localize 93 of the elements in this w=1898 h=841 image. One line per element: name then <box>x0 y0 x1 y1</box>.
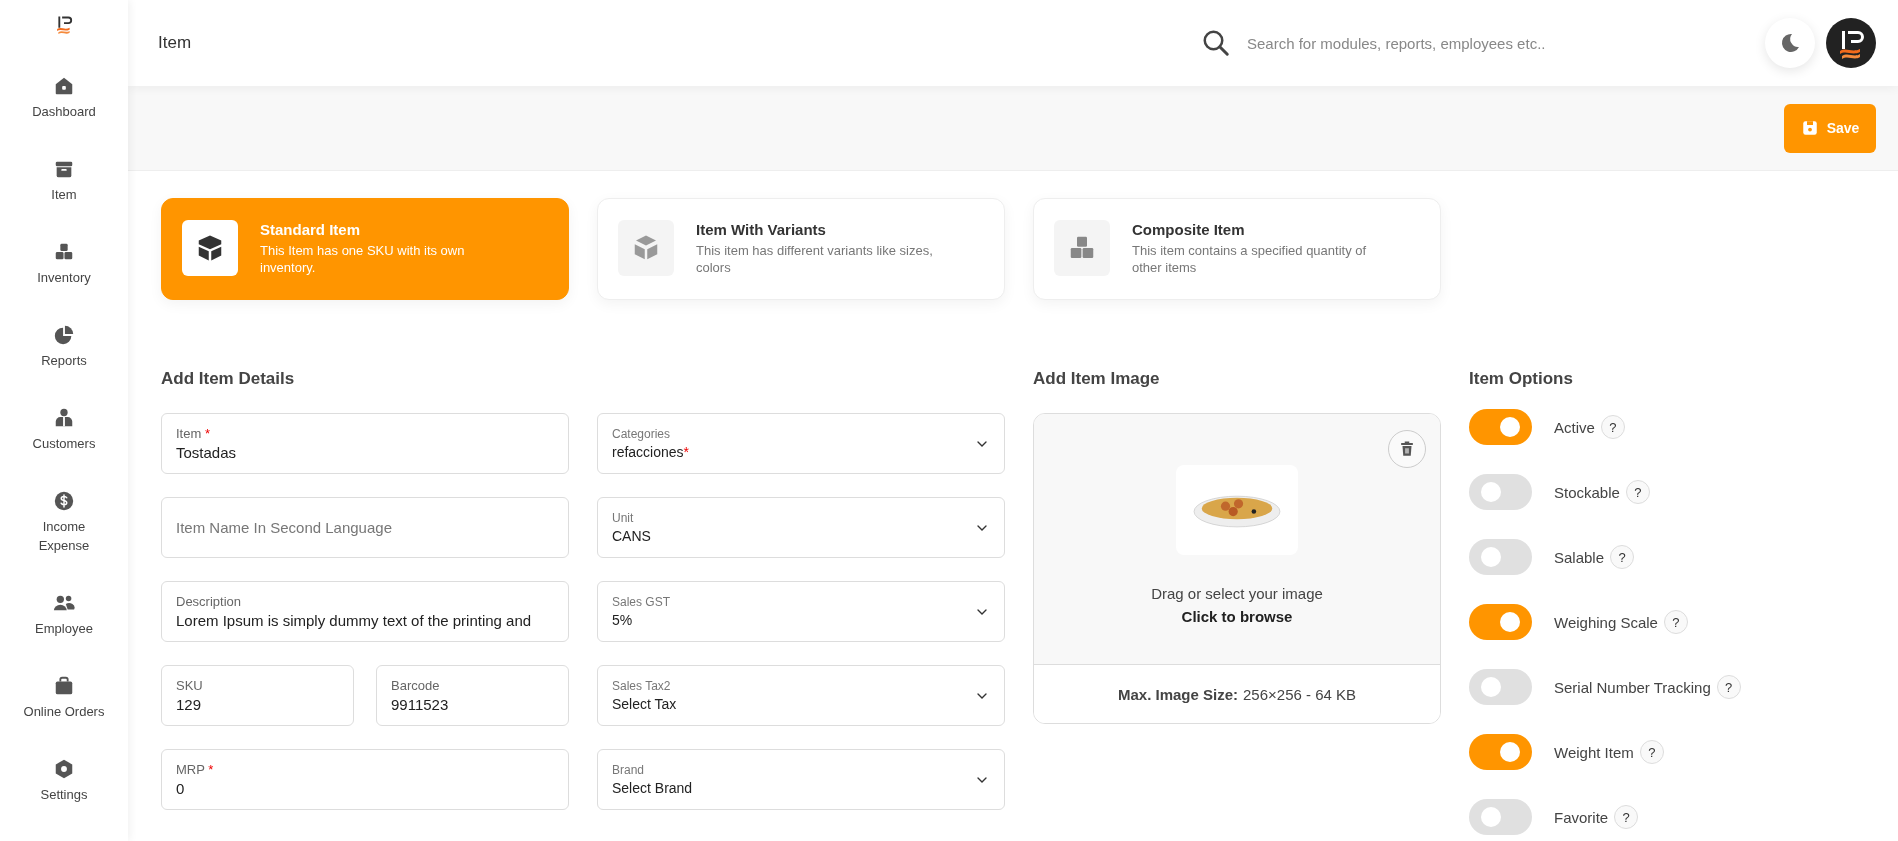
size-label: Max. Image Size: <box>1117 685 1238 703</box>
section-title: Add Item Details <box>161 369 296 389</box>
sidebar-item[interactable]: Settings <box>4 758 124 804</box>
input-field[interactable]: Item * Tostadas <box>161 413 569 474</box>
card-description: This item has different variants like sizes, colors <box>696 242 934 276</box>
field-value: 5% <box>612 612 633 628</box>
input-field[interactable]: MRP * 0 <box>161 749 569 810</box>
card-title: Standard Item <box>260 221 362 238</box>
avatar[interactable] <box>1826 18 1876 68</box>
option-label: Favorite <box>1554 808 1609 826</box>
upload-hint: Drag or select your image <box>1151 585 1323 602</box>
toggle-switch[interactable] <box>1469 409 1532 445</box>
dropdown[interactable]: Sales Tax2 Select Tax <box>597 665 1005 726</box>
help-icon[interactable]: ? <box>1716 675 1741 699</box>
help-icon[interactable]: ? <box>1614 805 1639 829</box>
image-upload-area[interactable]: Drag or select your image Click to browse Max. Image Size: 256×256 - 64 KB <box>1033 413 1441 724</box>
toggle-switch[interactable] <box>1469 669 1532 705</box>
field-value: CANS <box>612 528 651 544</box>
sidebar-item[interactable]: Item <box>4 158 124 204</box>
input-field[interactable]: Item Name In Second Language <box>161 497 569 558</box>
toggle-switch[interactable] <box>1469 799 1532 835</box>
item-type-card[interactable]: Composite Item This item contains a specified quantity of other items <box>1033 198 1441 300</box>
bag-icon <box>53 675 75 697</box>
sidebar-item[interactable]: Inventory <box>4 241 124 287</box>
help-icon[interactable]: ? <box>1610 545 1635 569</box>
card-title: Item With Variants <box>696 221 827 238</box>
option-label: Weight Item <box>1554 743 1634 761</box>
trash-icon <box>1398 440 1416 458</box>
option-label: Stockable <box>1554 483 1620 501</box>
field-label: Sales GST <box>612 595 671 609</box>
field-value: 9911523 <box>391 696 450 713</box>
card-title: Composite Item <box>1132 221 1246 238</box>
theme-toggle-button[interactable] <box>1765 18 1815 68</box>
field-label: MRP <box>176 762 205 777</box>
field-label: Sales Tax2 <box>612 679 672 693</box>
sidebar-item[interactable]: Customers <box>4 407 124 453</box>
field-label: Item <box>176 426 202 441</box>
option-label: Salable <box>1554 548 1605 566</box>
help-icon[interactable]: ? <box>1639 740 1664 764</box>
field-label: Description <box>176 594 243 609</box>
field-value: Select Brand <box>612 780 693 796</box>
field-value: Lorem Ipsum is simply dummy text of the printing and <box>176 612 533 629</box>
dropdown[interactable]: Unit CANS <box>597 497 1005 558</box>
pie-chart-icon <box>53 324 75 346</box>
input-field[interactable]: Description Lorem Ipsum is simply dummy text of the printing and <box>161 581 569 642</box>
help-icon[interactable]: ? <box>1600 415 1625 439</box>
dropdown[interactable]: Brand Select Brand <box>597 749 1005 810</box>
item-type-card[interactable]: Item With Variants This item has different variants like sizes, colors <box>597 198 1005 300</box>
input-field[interactable]: Barcode 9911523 <box>376 665 569 726</box>
dropdown[interactable]: Sales GST 5% <box>597 581 1005 642</box>
field-label: Brand <box>612 763 646 777</box>
field-value: 129 <box>176 696 203 713</box>
field-value: Tostadas <box>176 444 238 461</box>
toggle-switch[interactable] <box>1469 474 1532 510</box>
field-value: refacciones <box>612 444 684 460</box>
field-value: Select Tax <box>612 696 677 712</box>
help-icon[interactable]: ? <box>1625 480 1650 504</box>
input-field[interactable]: SKU 129 <box>161 665 354 726</box>
toggle-switch[interactable] <box>1469 734 1532 770</box>
settings-icon <box>53 758 75 780</box>
required-mark: * <box>683 444 690 460</box>
search-field[interactable]: Search for modules, reports, employees etc.. <box>1245 33 1605 53</box>
person-icon <box>53 407 75 429</box>
required-mark: * <box>208 762 214 777</box>
sidebar-item[interactable]: Online Orders <box>4 675 124 721</box>
toggle-switch[interactable] <box>1469 539 1532 575</box>
sidebar-item[interactable]: Employee <box>4 592 124 638</box>
sidebar-item[interactable]: Income Expense <box>4 490 124 555</box>
card-description: This Item has one SKU with its own inventory. <box>260 242 466 276</box>
search-icon <box>1201 28 1231 58</box>
browse-link[interactable]: Click to browse <box>1181 608 1293 625</box>
sidebar-item[interactable]: Dashboard <box>4 75 124 121</box>
field-label: Barcode <box>391 678 441 693</box>
dropdown[interactable]: Categories refacciones* <box>597 413 1005 474</box>
house-icon <box>53 75 75 97</box>
card-description: This item contains a specified quantity of other items <box>1132 242 1368 276</box>
option-label: Weighing Scale <box>1554 613 1658 631</box>
field-label: Unit <box>612 511 635 525</box>
delete-button[interactable] <box>1388 430 1426 468</box>
section-title: Item Options <box>1469 369 1574 389</box>
size-value: 256×256 - 64 KB <box>1243 685 1357 703</box>
option-label: Active <box>1554 418 1595 436</box>
option-label: Serial Number Tracking <box>1554 678 1711 696</box>
required-mark: * <box>204 426 210 441</box>
section-title: Add Item Image <box>1033 369 1161 389</box>
dollar-icon <box>53 490 75 512</box>
page-title: Item <box>158 33 192 53</box>
toggle-switch[interactable] <box>1469 604 1532 640</box>
help-icon[interactable]: ? <box>1663 610 1688 634</box>
field-value: 0 <box>176 780 186 797</box>
field-label: Categories <box>612 427 672 441</box>
sidebar-item[interactable]: Reports <box>4 324 124 370</box>
field-label: SKU <box>176 678 204 693</box>
